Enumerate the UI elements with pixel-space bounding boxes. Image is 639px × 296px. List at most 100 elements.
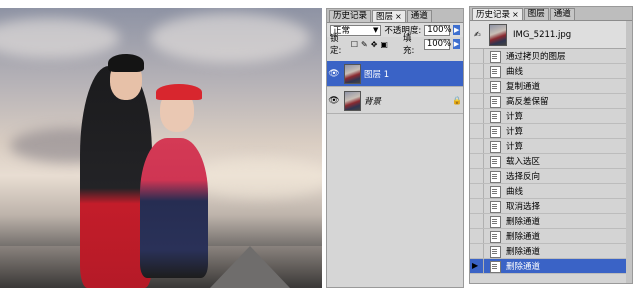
history-step-label: 曲线 — [506, 67, 524, 77]
lock-all-icon[interactable]: ▣ — [380, 40, 388, 49]
layer-thumbnail — [344, 90, 361, 111]
tab-history[interactable]: 历史记录 — [329, 10, 372, 22]
history-step[interactable]: 载入选区 — [470, 154, 632, 169]
fill-value: 100% — [426, 39, 452, 49]
history-step-icon — [488, 140, 502, 153]
eye-icon[interactable]: 👁 — [327, 96, 341, 106]
history-step[interactable]: 计算 — [470, 109, 632, 124]
history-step[interactable]: 取消选择 — [470, 199, 632, 214]
history-tabbar: 历史记录 × 图层 通道 — [470, 7, 632, 21]
history-source-slot[interactable] — [470, 184, 484, 198]
history-step-icon — [488, 170, 502, 183]
history-step[interactable]: 曲线 — [470, 64, 632, 79]
history-source-slot[interactable] — [470, 94, 484, 108]
history-steps-list: 通过拷贝的图层 曲线 复制通道 高反差保留 计算 计算 计算 载入选区 选择反向… — [470, 49, 632, 274]
history-source-slot[interactable] — [470, 139, 484, 153]
tab-label: 图层 — [527, 9, 545, 19]
history-step-label: 删除通道 — [506, 217, 541, 227]
fill-label: 填充: — [402, 34, 415, 56]
history-step-icon — [488, 260, 502, 273]
close-icon[interactable]: × — [395, 12, 402, 21]
history-step-label: 高反差保留 — [506, 97, 549, 107]
tab-history[interactable]: 历史记录 × — [472, 8, 523, 20]
history-source-slot[interactable] — [470, 199, 484, 213]
tab-label: 通道 — [410, 11, 428, 21]
photo-canvas — [0, 8, 322, 288]
lock-icon: 🔒 — [452, 96, 462, 105]
history-source-slot[interactable] — [470, 169, 484, 183]
fill-arrow-icon[interactable]: ▶ — [452, 39, 461, 49]
history-snapshot[interactable]: ✍ IMG_5211.jpg — [470, 21, 632, 49]
history-step-icon — [488, 65, 502, 78]
tab-layers[interactable]: 图层 × — [372, 10, 406, 22]
lock-paint-icon[interactable]: ✎ — [361, 40, 368, 49]
tab-label: 历史记录 — [476, 10, 511, 20]
woman-figure — [140, 138, 208, 278]
history-source-slot[interactable] — [470, 124, 484, 138]
history-source-slot[interactable] — [470, 154, 484, 168]
history-step-icon — [488, 110, 502, 123]
tab-label: 图层 — [376, 12, 394, 22]
history-step[interactable]: 曲线 — [470, 184, 632, 199]
man-hair — [108, 54, 144, 72]
history-step-label: 通过拷贝的图层 — [506, 52, 566, 62]
history-source-slot[interactable] — [470, 49, 484, 63]
chevron-down-icon: ▼ — [373, 26, 379, 34]
opacity-arrow-icon[interactable]: ▶ — [453, 25, 460, 35]
opacity-input[interactable]: 100% — [424, 24, 452, 36]
layer-row[interactable]: 👁 背景 🔒 — [327, 88, 463, 114]
lock-transparent-icon[interactable]: ☐ — [351, 40, 358, 49]
history-step-icon — [488, 50, 502, 63]
history-step[interactable]: ▶ 删除通道 — [470, 259, 632, 274]
snapshot-name: IMG_5211.jpg — [513, 29, 572, 40]
history-step-icon — [488, 155, 502, 168]
layer-thumbnail — [344, 63, 361, 84]
history-step-label: 选择反向 — [506, 172, 541, 182]
history-step-label: 计算 — [506, 127, 524, 137]
history-step-icon — [488, 245, 502, 258]
history-step-label: 载入选区 — [506, 157, 541, 167]
history-step[interactable]: 选择反向 — [470, 169, 632, 184]
history-step-icon — [488, 230, 502, 243]
fill-input[interactable]: 100% — [423, 38, 452, 50]
history-step[interactable]: 复制通道 — [470, 79, 632, 94]
history-step-label: 复制通道 — [506, 82, 541, 92]
history-step[interactable]: 计算 — [470, 124, 632, 139]
history-step[interactable]: 计算 — [470, 139, 632, 154]
tab-channels[interactable]: 通道 — [549, 8, 575, 20]
cloud — [190, 158, 322, 198]
lock-move-icon[interactable]: ✥ — [371, 40, 378, 49]
layers-tabbar: 历史记录 图层 × 通道 — [327, 9, 463, 23]
layer-name: 背景 — [364, 96, 382, 107]
history-source-slot[interactable] — [470, 229, 484, 243]
tab-label: 通道 — [553, 9, 571, 19]
history-source-slot[interactable] — [470, 109, 484, 123]
layer-row[interactable]: 👁 图层 1 — [327, 61, 463, 87]
woman-headband — [156, 84, 202, 100]
tab-channels[interactable]: 通道 — [406, 10, 432, 22]
history-step-label: 曲线 — [506, 187, 524, 197]
eye-icon[interactable]: 👁 — [327, 69, 341, 79]
history-state-pointer-icon: ▶ — [472, 261, 479, 270]
history-step-label: 删除通道 — [506, 247, 541, 257]
history-source-slot[interactable] — [470, 79, 484, 93]
tab-layers[interactable]: 图层 — [523, 8, 549, 20]
history-source-slot[interactable] — [470, 64, 484, 78]
history-step[interactable]: 删除通道 — [470, 229, 632, 244]
history-source-slot[interactable]: ▶ — [470, 259, 484, 273]
history-source-slot[interactable] — [470, 214, 484, 228]
history-scrollbar[interactable] — [626, 21, 632, 283]
close-icon[interactable]: × — [512, 10, 519, 19]
history-step-label: 删除通道 — [506, 262, 541, 272]
history-step-label: 计算 — [506, 112, 524, 122]
layers-panel: 历史记录 图层 × 通道 正常 ▼ 不透明度: 100% ▶ 锁定: ☐ ✎ ✥ … — [326, 8, 464, 288]
history-step[interactable]: 高反差保留 — [470, 94, 632, 109]
tab-label: 历史记录 — [333, 11, 368, 21]
snapshot-brush-icon[interactable]: ✍ — [474, 30, 486, 39]
history-source-slot[interactable] — [470, 244, 484, 258]
history-step[interactable]: 删除通道 — [470, 214, 632, 229]
history-step[interactable]: 通过拷贝的图层 — [470, 49, 632, 64]
road — [210, 246, 290, 288]
history-step[interactable]: 删除通道 — [470, 244, 632, 259]
layer-name: 图层 1 — [364, 69, 390, 80]
